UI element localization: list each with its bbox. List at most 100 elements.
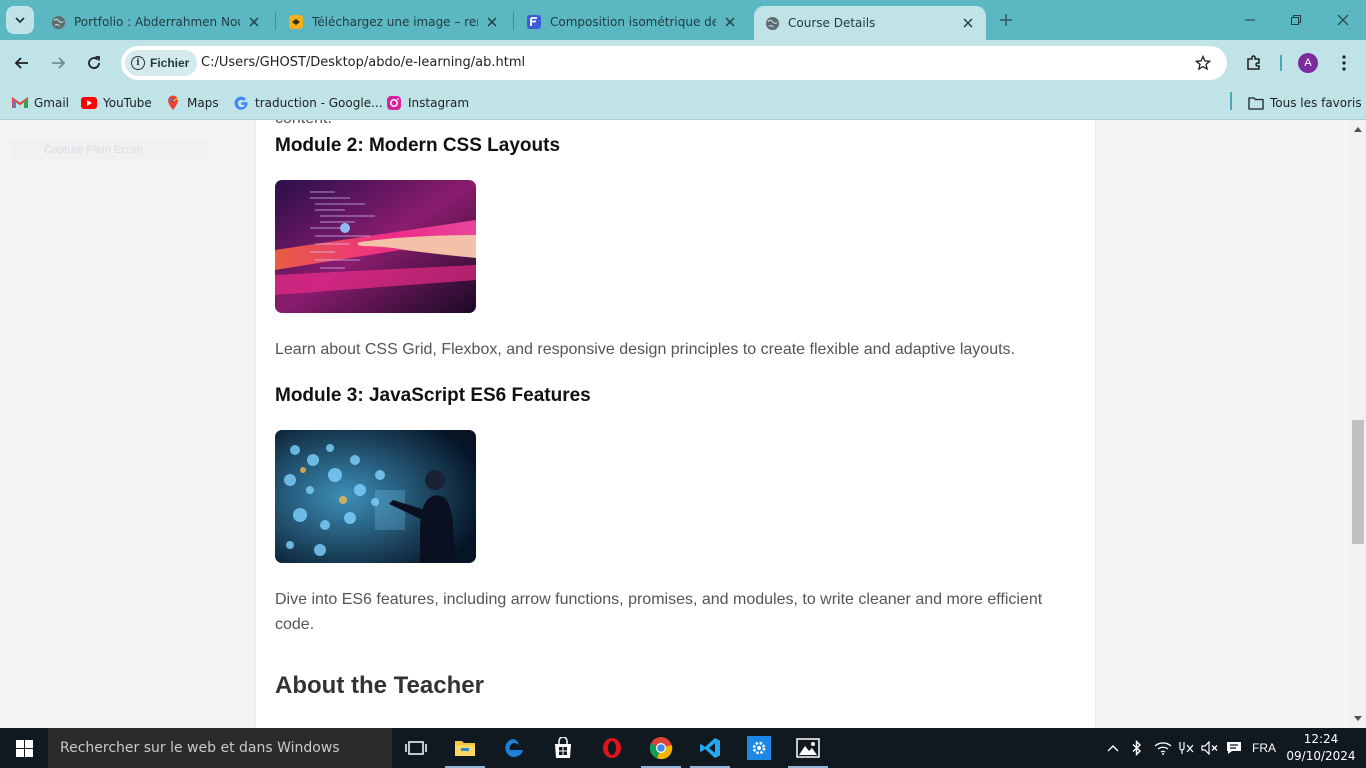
file-explorer-button[interactable]: [441, 728, 489, 768]
edge-button[interactable]: [490, 728, 538, 768]
google-icon: [233, 95, 249, 111]
toolbar-separator: [1280, 55, 1282, 71]
bookmark-star-button[interactable]: [1193, 53, 1213, 73]
module-2-description: Learn about CSS Grid, Flexbox, and respo…: [275, 341, 1015, 358]
clock-time: 12:24: [1303, 732, 1339, 746]
puzzle-icon: [1247, 55, 1260, 70]
start-button[interactable]: [0, 728, 48, 768]
plus-icon: [1000, 14, 1012, 26]
browser-toolbar: i Fichier C:/Users/GHOST/Desktop/abdo/e-…: [0, 40, 1366, 86]
module-3-description: Dive into ES6 features, including arrow …: [275, 591, 1043, 633]
chevron-up-icon: [1107, 745, 1119, 752]
minimize-button[interactable]: [1240, 10, 1260, 30]
bookmark-label: traduction - Google...: [255, 96, 383, 110]
tab-separator: [275, 12, 276, 30]
bookmark-instagram[interactable]: Instagram: [386, 92, 469, 114]
all-bookmarks-button[interactable]: Tous les favoris: [1248, 92, 1362, 114]
star-icon: [1195, 55, 1211, 71]
page-scrollbar[interactable]: [1350, 120, 1366, 728]
scroll-down-arrow-icon[interactable]: [1353, 714, 1363, 724]
page-viewport: Capture Plein Ecran content. Module 2: M…: [0, 120, 1350, 728]
more-vertical-icon: [1342, 55, 1346, 71]
tab-search-button[interactable]: [6, 6, 34, 34]
close-window-button[interactable]: [1333, 10, 1353, 30]
about-teacher-heading: About the Teacher: [275, 672, 484, 699]
futuristic-interface-image: [275, 430, 476, 563]
tab-portfolio[interactable]: Portfolio : Abderrahmen Nouali: [40, 8, 272, 36]
volume-muted-icon: [1201, 741, 1218, 755]
module-2-title: Module 2: Modern CSS Layouts: [275, 135, 561, 156]
tab-title: Composition isométrique de de: [550, 15, 716, 29]
tab-close-icon[interactable]: [960, 15, 976, 31]
globe-icon: [764, 15, 780, 31]
arrow-left-icon: [14, 57, 28, 69]
tab-separator: [513, 12, 514, 30]
tab-close-icon[interactable]: [484, 14, 500, 30]
tab-remove-bg[interactable]: Téléchargez une image – remove: [278, 8, 510, 36]
tab-course-details[interactable]: Course Details: [754, 6, 986, 40]
tab-title: Course Details: [788, 16, 876, 30]
back-button[interactable]: [10, 51, 34, 75]
bookmark-youtube[interactable]: YouTube: [81, 92, 152, 114]
power-tray-button[interactable]: [1176, 728, 1198, 768]
site-chip-label: Fichier: [150, 56, 190, 70]
restore-button[interactable]: [1286, 10, 1306, 30]
chrome-icon: [649, 737, 673, 760]
edge-icon: [505, 739, 523, 757]
globe-icon: [50, 14, 66, 30]
bookmark-gmail[interactable]: Gmail: [12, 92, 69, 114]
photos-button[interactable]: [784, 728, 832, 768]
new-tab-button[interactable]: [996, 10, 1016, 30]
address-bar[interactable]: i Fichier C:/Users/GHOST/Desktop/abdo/e-…: [121, 46, 1227, 80]
photos-icon: [796, 738, 820, 758]
bluetooth-icon: [1132, 740, 1142, 756]
forms-favicon-icon: [526, 14, 542, 30]
taskbar-search-box[interactable]: Rechercher sur le web et dans Windows: [48, 728, 392, 768]
chevron-down-icon: [15, 17, 25, 24]
sidebar-ghost-text: Capture Plein Ecran: [10, 140, 208, 160]
url-text[interactable]: C:/Users/GHOST/Desktop/abdo/e-learning/a…: [201, 55, 525, 70]
chrome-button[interactable]: [637, 728, 685, 768]
bookmark-label: Gmail: [34, 96, 70, 110]
network-tray-button[interactable]: [1152, 728, 1174, 768]
bookmarks-separator: [1230, 92, 1232, 110]
browser-menu-button[interactable]: [1334, 52, 1354, 74]
minimize-icon: [1245, 19, 1255, 21]
vscode-button[interactable]: [686, 728, 734, 768]
extensions-button[interactable]: [1243, 52, 1265, 74]
notifications-tray-button[interactable]: [1224, 728, 1244, 768]
reload-button[interactable]: [82, 51, 106, 75]
forward-button[interactable]: [46, 51, 70, 75]
info-icon: i: [131, 56, 145, 70]
folder-icon: [1248, 95, 1264, 111]
volume-tray-button[interactable]: [1200, 728, 1220, 768]
battery-plug-icon: [1179, 742, 1194, 754]
store-button[interactable]: [539, 728, 587, 768]
site-info-chip[interactable]: i Fichier: [125, 50, 198, 76]
windows-logo-icon: [15, 739, 33, 757]
tab-composition[interactable]: Composition isométrique de de: [516, 8, 748, 36]
instagram-icon: [386, 95, 402, 111]
scrollbar-thumb[interactable]: [1352, 420, 1364, 544]
reload-icon: [88, 56, 100, 69]
arrow-right-icon: [52, 57, 66, 69]
opera-icon: [603, 738, 621, 758]
profile-avatar[interactable]: A: [1298, 53, 1318, 73]
task-view-button[interactable]: [392, 728, 440, 768]
tab-close-icon[interactable]: [722, 14, 738, 30]
show-hidden-icons-button[interactable]: [1104, 728, 1122, 768]
language-indicator[interactable]: FRA: [1248, 728, 1280, 768]
settings-button[interactable]: [735, 728, 783, 768]
file-explorer-icon: [455, 741, 475, 756]
bookmark-maps[interactable]: Maps: [165, 92, 219, 114]
bluetooth-tray-button[interactable]: [1128, 728, 1146, 768]
code-hand-image: [275, 180, 476, 313]
tab-close-icon[interactable]: [246, 14, 262, 30]
opera-button[interactable]: [588, 728, 636, 768]
tab-title: Portfolio : Abderrahmen Nouali: [74, 15, 240, 29]
taskbar-clock[interactable]: 12:24 09/10/2024: [1286, 731, 1356, 765]
bookmark-traduction[interactable]: traduction - Google...: [233, 92, 383, 114]
scroll-up-arrow-icon[interactable]: [1353, 124, 1363, 134]
restore-icon: [1291, 15, 1301, 25]
close-icon: [1337, 14, 1349, 26]
